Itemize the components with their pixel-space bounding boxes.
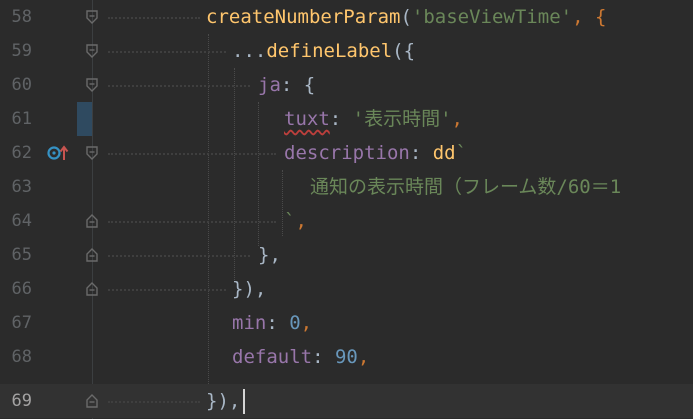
line-number: 58: [11, 7, 32, 27]
code-line-60[interactable]: 60 ja: {: [0, 68, 693, 102]
code-text: description: dd`: [284, 142, 468, 164]
line-number: 68: [11, 347, 32, 367]
code-text: default: 90,: [232, 346, 370, 368]
code-line-61[interactable]: 61 tuxt: '表示時間',: [0, 102, 693, 136]
line-number: 65: [11, 245, 32, 265]
fold-close-icon[interactable]: [86, 214, 98, 228]
code-line-65[interactable]: 65 },: [0, 238, 693, 272]
indent-dots: [108, 85, 250, 88]
line-number: 63: [11, 177, 32, 197]
code-line-66[interactable]: 66 }),: [0, 272, 693, 306]
code-line-69[interactable]: 69 }),: [0, 384, 693, 418]
code-text: ja: {: [258, 74, 316, 96]
code-text: min: 0,: [232, 312, 313, 334]
indent-dots: [108, 51, 226, 54]
code-editor[interactable]: 58 createNumberParam('baseViewTime', { 5…: [0, 0, 693, 419]
fold-open-icon[interactable]: [86, 78, 98, 92]
line-number: 62: [11, 143, 32, 163]
indent-dots: [108, 221, 276, 224]
code-line-58[interactable]: 58 createNumberParam('baseViewTime', {: [0, 0, 693, 34]
code-text: }),: [232, 278, 267, 300]
indent-dots: [108, 17, 200, 20]
code-line-62[interactable]: 62 description: dd`: [0, 136, 693, 170]
indent-dots: [108, 401, 200, 404]
code-line-59[interactable]: 59 ...defineLabel({: [0, 34, 693, 68]
code-text: tuxt: '表示時間',: [284, 108, 463, 130]
fold-close-icon[interactable]: [86, 394, 98, 408]
implementation-override-icon[interactable]: [47, 145, 69, 161]
fold-close-icon[interactable]: [86, 248, 98, 262]
code-text: 通知の表示時間（フレーム数/60＝1: [310, 176, 622, 198]
line-number: 67: [11, 313, 32, 333]
code-text: },: [258, 244, 281, 266]
code-text: ...defineLabel({: [232, 40, 416, 62]
fold-open-icon[interactable]: [86, 10, 98, 24]
code-text: }),: [206, 390, 241, 412]
code-line-67[interactable]: 67 min: 0,: [0, 306, 693, 340]
fold-close-icon[interactable]: [86, 282, 98, 296]
line-number: 59: [11, 41, 32, 61]
line-number: 60: [11, 75, 32, 95]
indent-dots: [108, 153, 276, 156]
text-caret: [243, 389, 245, 414]
line-number: 61: [11, 109, 32, 129]
indent-dots: [108, 255, 250, 258]
line-number: 66: [11, 279, 32, 299]
change-marker[interactable]: [77, 102, 92, 136]
fold-open-icon[interactable]: [86, 146, 98, 160]
code-text: `,: [284, 210, 307, 232]
code-text: createNumberParam('baseViewTime', {: [206, 6, 607, 28]
code-line-68[interactable]: 68 default: 90,: [0, 340, 693, 374]
indent-dots: [108, 289, 226, 292]
typo-highlight: tuxt: [284, 108, 330, 130]
fold-open-icon[interactable]: [86, 44, 98, 58]
code-line-63[interactable]: 63 通知の表示時間（フレーム数/60＝1: [0, 170, 693, 204]
line-number: 69: [11, 391, 32, 411]
line-number: 64: [11, 211, 32, 231]
code-line-64[interactable]: 64 `,: [0, 204, 693, 238]
